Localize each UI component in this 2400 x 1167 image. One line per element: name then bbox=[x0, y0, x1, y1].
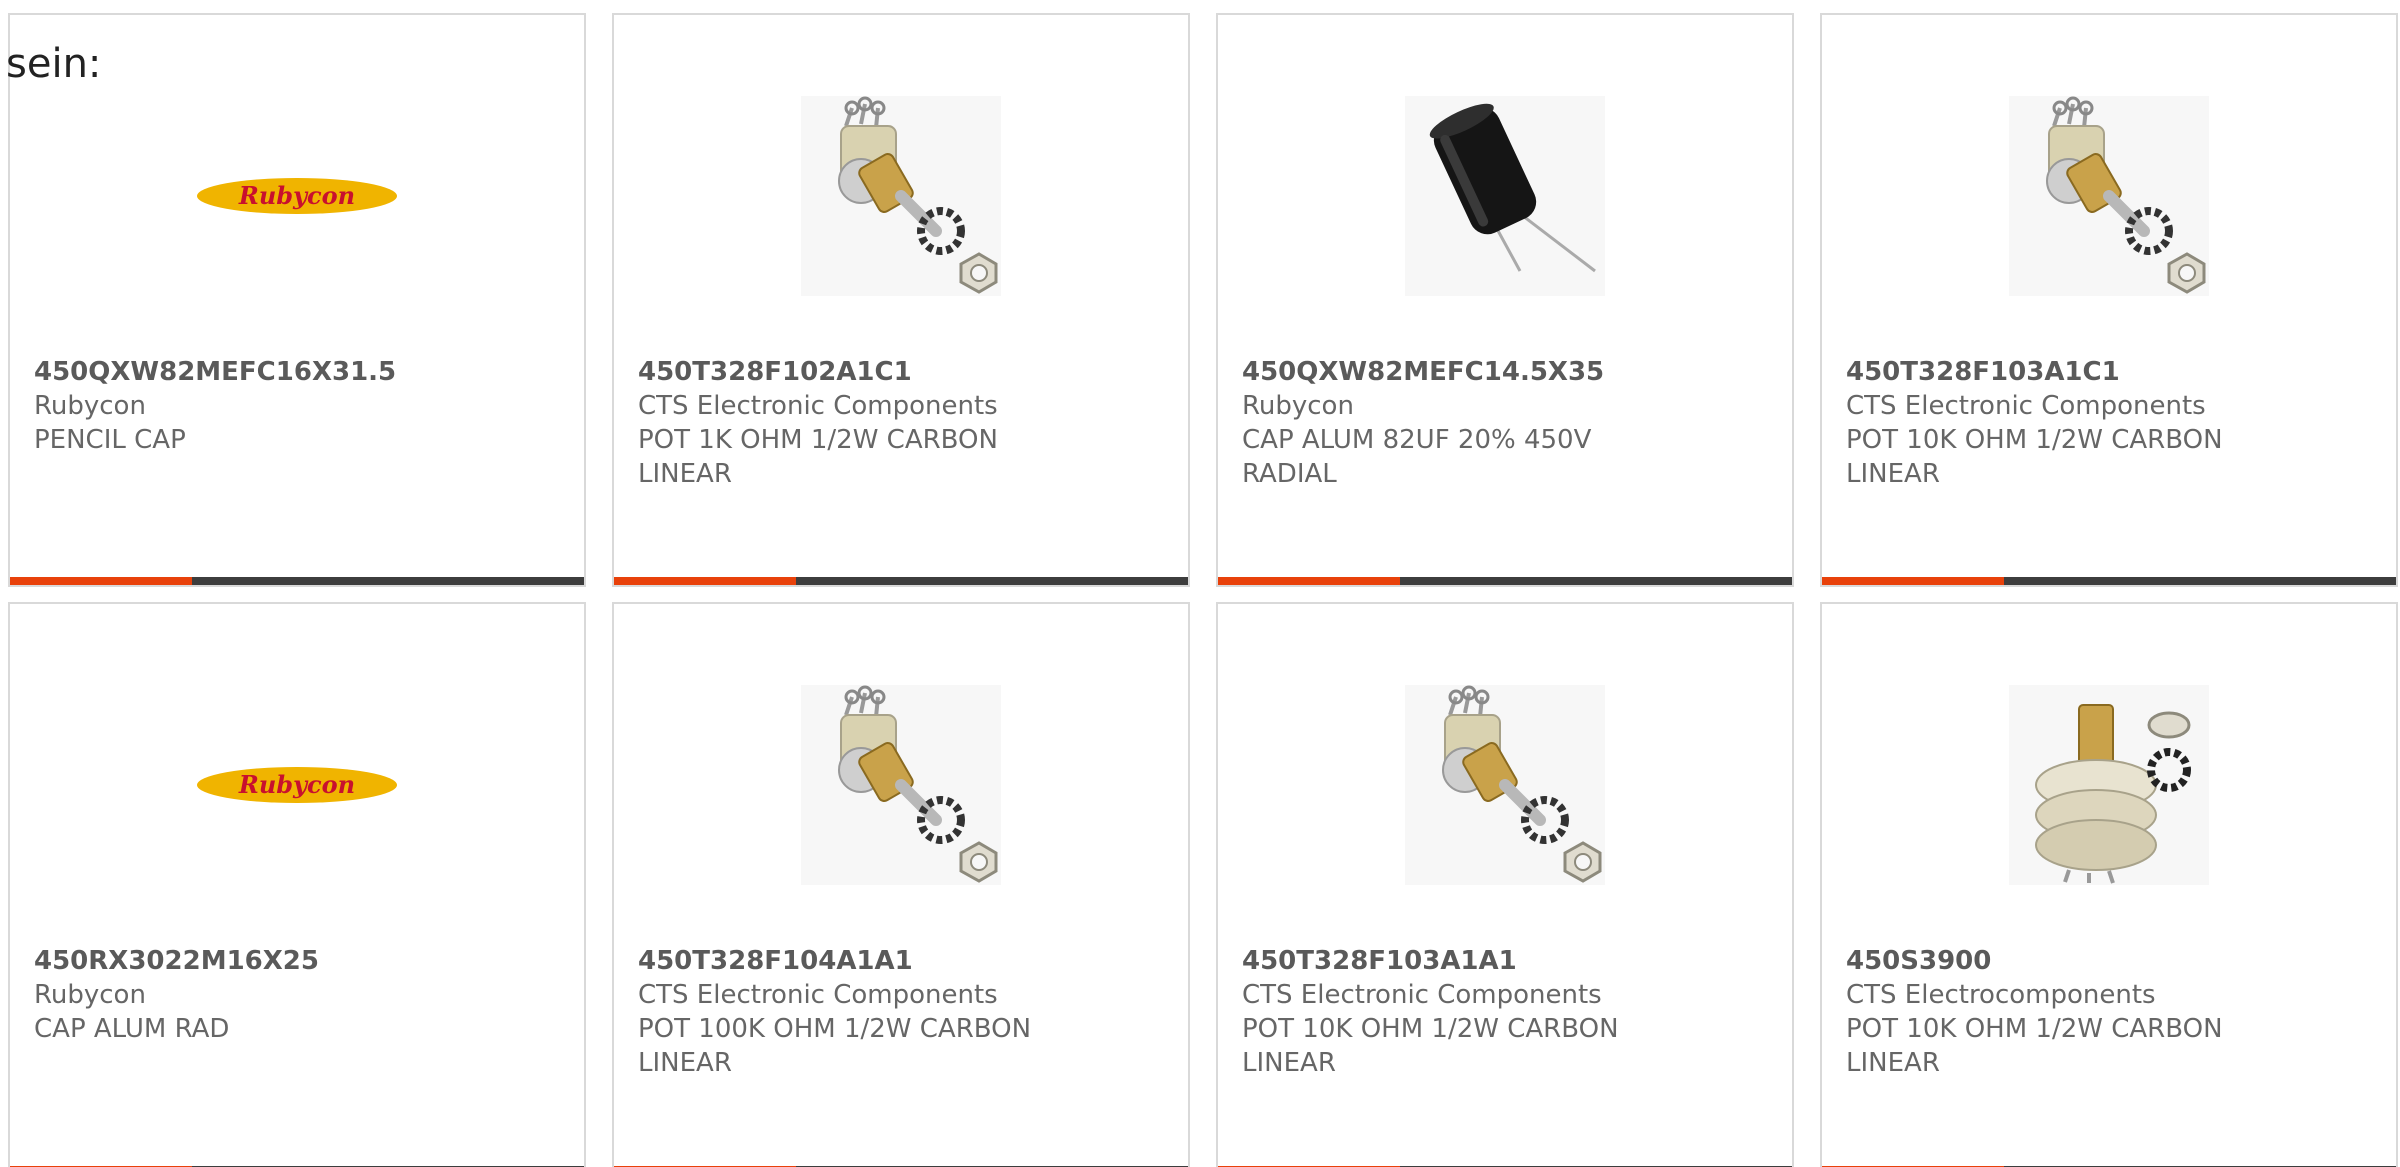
dual-potentiometer-icon bbox=[2009, 685, 2209, 885]
description: POT 1K OHM 1/2W CARBON LINEAR bbox=[638, 425, 998, 489]
svg-text:Rubycon: Rubycon bbox=[238, 181, 355, 210]
description: POT 10K OHM 1/2W CARBON LINEAR bbox=[1846, 425, 2223, 489]
card-accent bbox=[1822, 577, 2004, 585]
card-bottom-bar bbox=[1218, 577, 1792, 585]
description: POT 10K OHM 1/2W CARBON LINEAR bbox=[1846, 1014, 2223, 1078]
description: POT 100K OHM 1/2W CARBON LINEAR bbox=[638, 1014, 1032, 1078]
product-info: 450T328F104A1A1 CTS Electronic Component… bbox=[638, 944, 1168, 1080]
part-number[interactable]: 450T328F102A1C1 bbox=[638, 355, 1168, 389]
manufacturer: CTS Electronic Components bbox=[638, 980, 998, 1010]
manufacturer: Rubycon bbox=[1242, 391, 1354, 421]
product-card[interactable]: 450T328F103A1C1 CTS Electronic Component… bbox=[1820, 13, 2398, 587]
product-card[interactable]: 450T328F102A1C1 CTS Electronic Component… bbox=[612, 13, 1190, 587]
description: CAP ALUM 82UF 20% 450V RADIAL bbox=[1242, 425, 1592, 489]
part-number[interactable]: 450T328F104A1A1 bbox=[638, 944, 1168, 978]
product-info: 450QXW82MEFC14.5X35 Rubycon CAP ALUM 82U… bbox=[1242, 355, 1772, 491]
capacitor-icon bbox=[1405, 96, 1605, 296]
product-info: 450T328F103A1A1 CTS Electronic Component… bbox=[1242, 944, 1772, 1080]
rubycon-logo-icon: Rubycon bbox=[197, 178, 397, 214]
description: CAP ALUM RAD bbox=[34, 1014, 230, 1044]
product-card[interactable]: 450T328F103A1A1 CTS Electronic Component… bbox=[1216, 602, 1794, 1167]
product-image[interactable] bbox=[1822, 674, 2396, 896]
product-grid-page: sein: Rubycon 450QXW82MEFC16X31.5 Rubyco… bbox=[0, 0, 2400, 1167]
product-card[interactable]: Rubycon 450RX3022M16X25 Rubycon CAP ALUM… bbox=[8, 602, 586, 1167]
manufacturer: CTS Electronic Components bbox=[1846, 391, 2206, 421]
product-image[interactable]: Rubycon bbox=[10, 85, 584, 307]
product-card[interactable]: 450T328F104A1A1 CTS Electronic Component… bbox=[612, 602, 1190, 1167]
description: PENCIL CAP bbox=[34, 425, 186, 455]
card-bottom-bar bbox=[1822, 577, 2396, 585]
product-image[interactable] bbox=[614, 85, 1188, 307]
part-number[interactable]: 450T328F103A1A1 bbox=[1242, 944, 1772, 978]
manufacturer: Rubycon bbox=[34, 980, 146, 1010]
potentiometer-icon bbox=[2009, 96, 2209, 296]
product-image[interactable]: Rubycon bbox=[10, 674, 584, 896]
rubycon-logo-icon: Rubycon bbox=[197, 767, 397, 803]
part-number[interactable]: 450T328F103A1C1 bbox=[1846, 355, 2376, 389]
product-info: 450RX3022M16X25 Rubycon CAP ALUM RAD bbox=[34, 944, 564, 1046]
part-number[interactable]: 450QXW82MEFC16X31.5 bbox=[34, 355, 564, 389]
part-number[interactable]: 450RX3022M16X25 bbox=[34, 944, 564, 978]
product-info: 450T328F103A1C1 CTS Electronic Component… bbox=[1846, 355, 2376, 491]
product-image[interactable] bbox=[614, 674, 1188, 896]
card-accent bbox=[10, 577, 192, 585]
potentiometer-icon bbox=[801, 685, 1001, 885]
part-number[interactable]: 450QXW82MEFC14.5X35 bbox=[1242, 355, 1772, 389]
manufacturer: CTS Electrocomponents bbox=[1846, 980, 2156, 1010]
description: POT 10K OHM 1/2W CARBON LINEAR bbox=[1242, 1014, 1619, 1078]
card-accent bbox=[614, 577, 796, 585]
product-card[interactable]: Rubycon 450QXW82MEFC16X31.5 Rubycon PENC… bbox=[8, 13, 586, 587]
card-accent bbox=[1218, 577, 1400, 585]
svg-text:Rubycon: Rubycon bbox=[238, 770, 355, 799]
potentiometer-icon bbox=[801, 96, 1001, 296]
manufacturer: CTS Electronic Components bbox=[638, 391, 998, 421]
product-image[interactable] bbox=[1218, 85, 1792, 307]
manufacturer: CTS Electronic Components bbox=[1242, 980, 1602, 1010]
part-number[interactable]: 450S3900 bbox=[1846, 944, 2376, 978]
intro-text: sein: bbox=[6, 41, 102, 87]
potentiometer-icon bbox=[1405, 685, 1605, 885]
product-card[interactable]: 450QXW82MEFC14.5X35 Rubycon CAP ALUM 82U… bbox=[1216, 13, 1794, 587]
product-card[interactable]: 450S3900 CTS Electrocomponents POT 10K O… bbox=[1820, 602, 2398, 1167]
card-bottom-bar bbox=[10, 577, 584, 585]
product-image[interactable] bbox=[1822, 85, 2396, 307]
manufacturer: Rubycon bbox=[34, 391, 146, 421]
card-bottom-bar bbox=[614, 577, 1188, 585]
product-info: 450QXW82MEFC16X31.5 Rubycon PENCIL CAP bbox=[34, 355, 564, 457]
product-image[interactable] bbox=[1218, 674, 1792, 896]
product-info: 450S3900 CTS Electrocomponents POT 10K O… bbox=[1846, 944, 2376, 1080]
product-info: 450T328F102A1C1 CTS Electronic Component… bbox=[638, 355, 1168, 491]
